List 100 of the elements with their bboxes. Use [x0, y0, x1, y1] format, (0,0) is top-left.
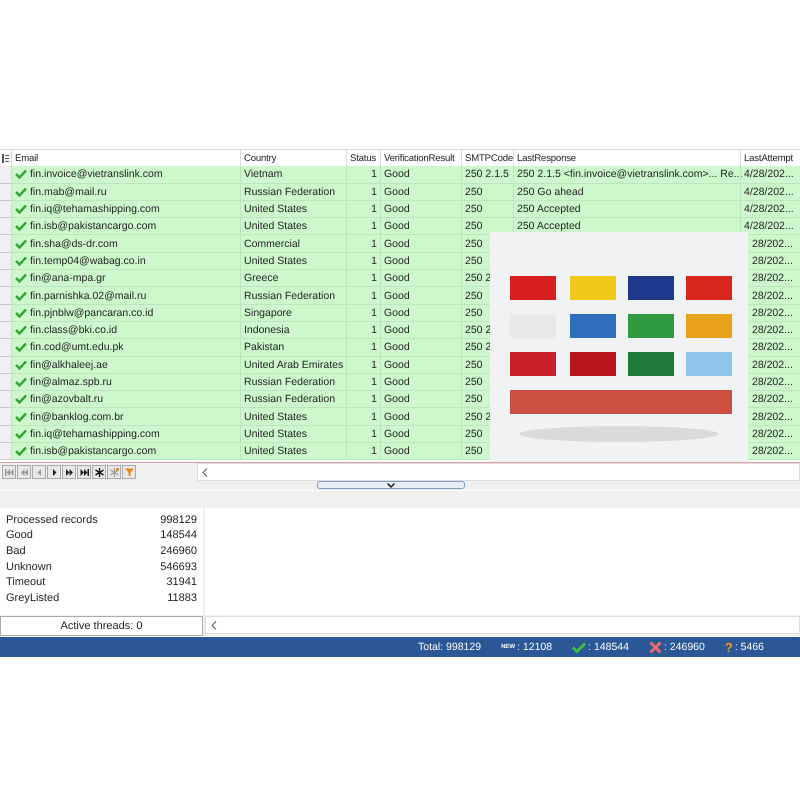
table-cell: 28/202... [752, 445, 793, 458]
table-cell: 1 [371, 238, 377, 250]
table-cell: 250 [465, 428, 483, 440]
table-cell: 1 [371, 186, 377, 198]
table-cell: 250 Go ahead [517, 186, 584, 198]
table-cell: Good [384, 238, 410, 250]
stat-label: GreyListed [6, 592, 60, 604]
table-cell: fin@almaz.spb.ru [30, 376, 112, 388]
table-cell: Good [384, 376, 410, 388]
check-icon [572, 642, 586, 652]
stat-value: 11883 [167, 592, 197, 604]
check-icon [15, 238, 27, 249]
table-cell: United States [244, 428, 308, 440]
table-cell: 28/202... [752, 410, 793, 423]
scroll-left-icon[interactable] [211, 620, 217, 630]
table-cell: 28/202... [752, 290, 793, 302]
table-cell: Good [384, 186, 410, 198]
table-cell: 1 [371, 410, 377, 423]
status-text: : 5466 [734, 641, 764, 653]
table-cell: Good [384, 393, 410, 406]
row-header[interactable] [0, 356, 11, 374]
table-cell: 4/28/202... [744, 203, 794, 216]
row-header[interactable] [0, 252, 11, 270]
row-header[interactable] [0, 184, 11, 201]
table-cell: Greece [244, 272, 278, 284]
table-cell: 250 [465, 290, 483, 302]
table-cell: fin@ana-mpa.gr [30, 272, 106, 284]
table-cell: fin.invoice@vietranslink.com [30, 168, 163, 180]
status-text: : 12108 [517, 641, 552, 653]
table-cell: Good [384, 341, 410, 354]
table-cell: 28/202... [752, 358, 793, 371]
status-text: : 246960 [664, 641, 705, 653]
check-icon [15, 308, 27, 318]
table-cell: 1 [371, 272, 377, 284]
table-cell: United States [244, 445, 308, 458]
chevron-down-icon[interactable] [387, 482, 395, 488]
cross-icon [648, 640, 662, 654]
row-header[interactable] [0, 200, 11, 218]
table-cell: United States [244, 410, 308, 423]
check-icon [15, 204, 27, 214]
row-header[interactable] [0, 270, 11, 288]
table-cell: 1 [371, 376, 377, 388]
scroll-left-icon[interactable] [202, 468, 208, 476]
row-header[interactable] [0, 287, 11, 305]
stat-value: 546693 [160, 560, 197, 573]
table-cell: fin.temp04@wabag.co.in [30, 254, 146, 267]
table-cell: fin.class@bki.co.id [30, 324, 118, 336]
check-icon [15, 342, 27, 352]
table-cell: 250 Accepted [517, 220, 581, 232]
horizontal-scrollbar[interactable] [197, 463, 800, 481]
row-header[interactable] [0, 408, 11, 426]
table-cell: 250 [465, 254, 483, 267]
stat-label: Good [6, 529, 33, 542]
table-cell: 1 [371, 341, 377, 354]
check-icon [15, 446, 27, 456]
horizontal-scrollbar[interactable] [205, 616, 800, 634]
stat-value: 31941 [166, 576, 197, 588]
status-text: Total: 998129 [418, 641, 482, 653]
row-header[interactable] [0, 443, 11, 460]
table-cell: 250 [465, 186, 483, 198]
table-cell: 1 [371, 168, 377, 180]
row-header[interactable] [0, 391, 11, 408]
table-cell: 28/202... [752, 376, 793, 388]
table-cell: 250 [465, 445, 483, 458]
table-cell: Good [384, 272, 410, 284]
table-cell: Russian Federation [244, 290, 336, 302]
table-cell: Good [384, 410, 410, 423]
table-cell: 1 [371, 358, 377, 371]
row-header[interactable] [0, 235, 11, 253]
table-cell: Good [384, 358, 410, 371]
table-cell: Russian Federation [244, 186, 336, 198]
table-cell: Good [384, 168, 410, 180]
table-cell: Good [384, 290, 410, 302]
table-cell: Good [384, 306, 410, 319]
table-cell: 28/202... [752, 306, 793, 319]
row-header[interactable] [0, 339, 11, 357]
table-cell: 1 [371, 254, 377, 267]
asterisk-icon[interactable] [92, 465, 106, 479]
table-cell: 4/28/202... [744, 168, 794, 180]
row-header[interactable] [0, 374, 11, 392]
splitter-handle[interactable] [317, 481, 465, 489]
table-cell: 250 [465, 358, 483, 371]
table-cell: United Arab Emirates [244, 358, 344, 371]
table-cell: Good [384, 220, 410, 232]
table-cell: fin.pjnblw@pancaran.co.id [30, 306, 154, 319]
filter-icon[interactable] [122, 465, 136, 479]
question-mark: ? [724, 640, 733, 654]
stat-label: Processed records [6, 514, 98, 526]
stat-value: 148544 [160, 529, 197, 542]
table-cell: 28/202... [752, 428, 793, 440]
table-cell: 1 [371, 324, 377, 336]
table-cell: 28/202... [752, 254, 793, 267]
row-header[interactable] [0, 426, 11, 444]
stat-label: Unknown [6, 560, 52, 573]
row-header[interactable] [0, 304, 11, 322]
table-cell: fin.iq@tehamashipping.com [30, 428, 160, 440]
row-header[interactable] [0, 322, 11, 340]
row-header[interactable] [0, 218, 11, 236]
table-cell: 250 [465, 220, 483, 232]
table-cell: fin@azovbalt.ru [30, 393, 104, 406]
